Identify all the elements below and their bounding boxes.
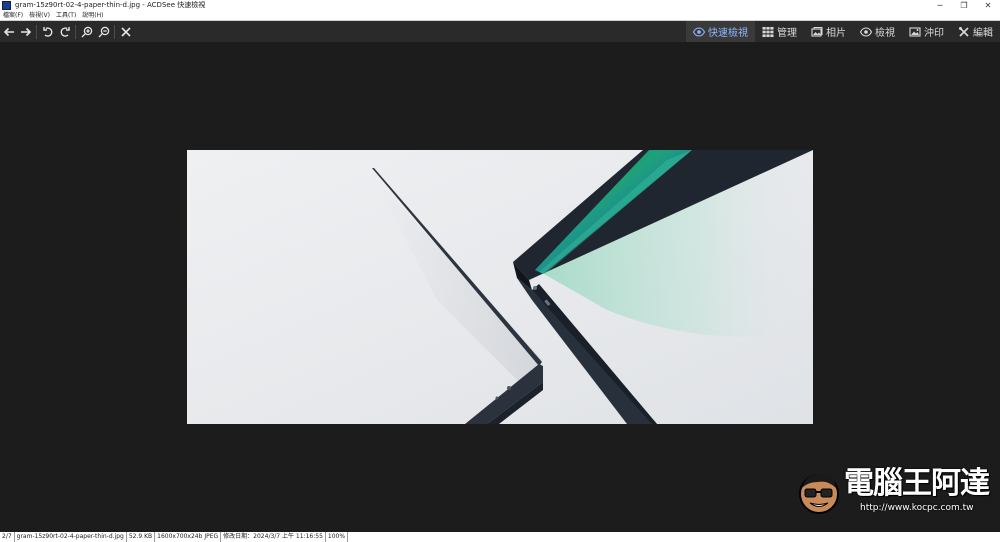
arrow-left-icon	[3, 27, 14, 36]
tab-label: 沖印	[924, 28, 944, 39]
close-icon	[121, 26, 131, 37]
eye-icon	[860, 26, 872, 38]
minimize-button[interactable]: ─	[928, 0, 952, 11]
rotate-right-icon	[60, 26, 70, 37]
previous-button[interactable]	[1, 23, 17, 41]
tab-manage[interactable]: 管理	[755, 21, 804, 42]
tab-label: 快速檢視	[708, 28, 748, 39]
close-image-button[interactable]	[118, 23, 134, 41]
toolbar-divider	[114, 24, 115, 39]
image-dimensions: 1600x700x24b JPEG	[155, 532, 222, 542]
zoom-in-icon	[81, 26, 93, 37]
tab-quick-view[interactable]: 快速檢視	[686, 21, 755, 42]
tab-photos[interactable]: 相片	[804, 21, 853, 42]
menu-bar: 檔案(F) 檢視(V) 工具(T) 說明(H)	[0, 11, 1000, 21]
tab-label: 檢視	[875, 28, 895, 39]
tab-label: 相片	[826, 28, 846, 39]
watermark-title: 電腦王阿達	[844, 466, 990, 501]
arrow-right-icon	[21, 27, 32, 36]
image-index: 2/7	[0, 532, 15, 542]
rotate-left-button[interactable]	[40, 23, 56, 41]
close-window-button[interactable]: ✕	[976, 0, 1000, 11]
app-window: gram-15z90rt-02-4-paper-thin-d.jpg - ACD…	[0, 0, 1000, 542]
print-icon	[909, 26, 921, 38]
tab-view[interactable]: 檢視	[853, 21, 902, 42]
title-bar[interactable]: gram-15z90rt-02-4-paper-thin-d.jpg - ACD…	[0, 0, 1000, 11]
tab-label: 管理	[777, 28, 797, 39]
rotate-left-icon	[43, 26, 53, 37]
tab-label: 編輯	[973, 28, 993, 39]
displayed-photo	[187, 150, 813, 424]
grid-icon	[762, 26, 774, 38]
tools-icon	[958, 26, 970, 38]
laptop-photo	[187, 150, 813, 424]
maximize-button[interactable]: ❐	[952, 0, 976, 11]
menu-help[interactable]: 說明(H)	[79, 11, 106, 21]
mascot-icon	[799, 474, 839, 514]
window-title: gram-15z90rt-02-4-paper-thin-d.jpg - ACD…	[15, 1, 206, 9]
menu-view[interactable]: 檢視(V)	[26, 11, 53, 21]
next-button[interactable]	[18, 23, 34, 41]
app-icon	[2, 1, 11, 10]
file-name: gram-15z90rt-02-4-paper-thin-d.jpg	[15, 532, 127, 542]
photos-icon	[811, 26, 823, 38]
status-bar: 2/7 gram-15z90rt-02-4-paper-thin-d.jpg 5…	[0, 532, 1000, 542]
image-viewer[interactable]: 電腦王阿達 http://www.kocpc.com.tw	[0, 42, 1000, 532]
window-controls: ─ ❐ ✕	[928, 0, 1000, 11]
rotate-right-button[interactable]	[57, 23, 73, 41]
tab-print[interactable]: 沖印	[902, 21, 951, 42]
zoom-out-button[interactable]	[96, 23, 112, 41]
zoom-level: 100%	[326, 532, 349, 542]
toolbar-divider	[75, 24, 76, 39]
watermark-logo: 電腦王阿達 http://www.kocpc.com.tw	[796, 462, 996, 520]
file-size: 52.9 KB	[127, 532, 156, 542]
eye-icon	[693, 26, 705, 38]
watermark-url: http://www.kocpc.com.tw	[860, 503, 974, 513]
menu-tools[interactable]: 工具(T)	[53, 11, 79, 21]
toolbar-divider	[36, 24, 37, 39]
zoom-out-icon	[98, 26, 110, 37]
mode-tabs: 快速檢視 管理 相片 檢視 沖印 編輯	[686, 21, 1000, 42]
tab-edit[interactable]: 編輯	[951, 21, 1000, 42]
modified-date: 修改日期：2024/3/7 上午 11:16:55	[221, 532, 326, 542]
zoom-in-button[interactable]	[79, 23, 95, 41]
menu-file[interactable]: 檔案(F)	[0, 11, 26, 21]
